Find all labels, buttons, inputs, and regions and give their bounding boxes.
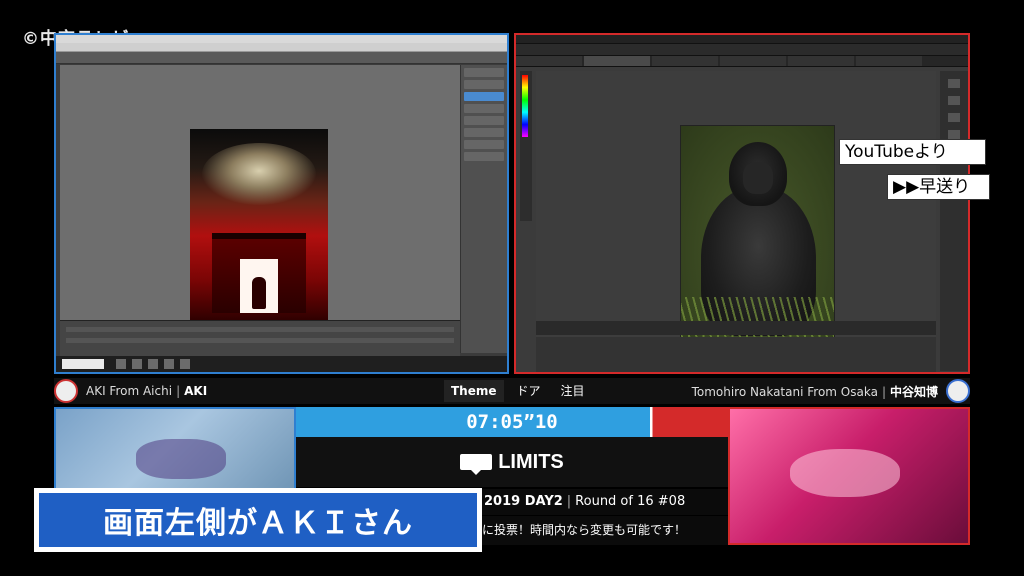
document-tab[interactable] xyxy=(584,56,650,66)
left-player-name: AKI xyxy=(184,384,208,398)
layer-panel[interactable] xyxy=(460,65,507,353)
layer-row[interactable] xyxy=(464,128,504,137)
hand-silhouette xyxy=(136,439,226,479)
timeline-track xyxy=(66,338,454,343)
timeline-panel[interactable] xyxy=(536,337,936,372)
layer-row[interactable] xyxy=(464,80,504,89)
speech-bubble-icon xyxy=(460,454,493,475)
color-picker[interactable] xyxy=(522,75,528,137)
left-player-label: AKI From Aichi | AKI xyxy=(86,384,207,398)
document-tab[interactable] xyxy=(720,56,786,66)
panel-dock[interactable] xyxy=(940,71,968,371)
artwork-figure xyxy=(252,277,266,309)
broadcast-frame: ©中京テレビ xyxy=(0,0,1024,576)
right-player-name: 中谷知博 xyxy=(889,384,938,399)
status-bar xyxy=(536,321,936,335)
app-toolbar[interactable] xyxy=(56,52,507,64)
player-info-bar: AKI From Aichi | AKI Theme ドア 注目 Tomohiro … xyxy=(54,378,970,404)
right-player-from: Tomohiro Nakatani From Osaka xyxy=(691,384,878,399)
app-titlebar xyxy=(516,35,968,44)
app-options-bar[interactable] xyxy=(516,44,968,56)
layer-row[interactable] xyxy=(464,116,504,125)
right-player-label: Tomohiro Nakatani From Osaka | 中谷知博 xyxy=(692,383,938,400)
artwork-image xyxy=(190,129,328,323)
layer-row[interactable] xyxy=(464,104,504,113)
hand-silhouette xyxy=(790,449,900,497)
separator: | xyxy=(566,494,572,509)
theme-word: LIMITS xyxy=(498,450,564,473)
layer-row[interactable] xyxy=(464,140,504,149)
round-info: Round of 16 #08 xyxy=(575,494,686,509)
layer-row[interactable] xyxy=(464,68,504,77)
drawing-canvas[interactable] xyxy=(60,65,460,355)
left-player-info: AKI From Aichi | AKI xyxy=(54,379,207,403)
panel-icon[interactable] xyxy=(948,130,960,139)
photo-subject-face xyxy=(743,162,773,194)
taskbar-app-icon[interactable] xyxy=(164,359,174,369)
right-hand-camera xyxy=(728,407,970,545)
layer-row[interactable] xyxy=(464,152,504,161)
panel-icon[interactable] xyxy=(948,113,960,122)
avatar xyxy=(946,379,970,403)
source-caption: YouTubeより xyxy=(839,139,986,165)
taskbar-app-icon[interactable] xyxy=(180,359,190,369)
theme-item: Theme xyxy=(444,380,504,402)
theme-item: 注目 xyxy=(560,384,585,398)
editing-canvas[interactable] xyxy=(536,71,936,351)
left-player-screen xyxy=(54,33,509,374)
theme-panel: LIMITS xyxy=(296,437,728,487)
app-menubar[interactable] xyxy=(56,43,507,52)
avatar xyxy=(54,379,78,403)
subtitle-text: 画面左側がＡＫＩさん xyxy=(103,506,413,541)
reference-photo xyxy=(680,125,835,338)
separator: | xyxy=(881,384,886,399)
subtitle-inner: 画面左側がＡＫＩさん xyxy=(37,491,479,549)
document-tab[interactable] xyxy=(788,56,854,66)
layer-row[interactable] xyxy=(464,92,504,101)
panel-icon[interactable] xyxy=(948,96,960,105)
fast-forward-caption: ▶▶早送り xyxy=(887,174,990,200)
document-tabs[interactable] xyxy=(516,56,968,67)
timeline-track xyxy=(66,327,454,332)
os-taskbar xyxy=(56,356,507,372)
countdown-timer: 07:05”10 xyxy=(466,411,558,433)
left-player-from: AKI From Aichi xyxy=(86,384,173,398)
theme-item: ドア xyxy=(516,384,541,398)
artwork-smoke xyxy=(202,143,316,205)
event-day: 2019 DAY2 xyxy=(484,494,563,509)
document-tab[interactable] xyxy=(516,56,582,66)
document-tab[interactable] xyxy=(856,56,922,66)
right-player-info: Tomohiro Nakatani From Osaka | 中谷知博 xyxy=(692,379,970,403)
subtitle-box: 画面左側がＡＫＩさん xyxy=(34,488,482,552)
document-tab[interactable] xyxy=(652,56,718,66)
app-titlebar xyxy=(56,35,507,43)
theme-list: Theme ドア 注目 xyxy=(444,380,592,402)
search-box[interactable] xyxy=(62,359,104,369)
taskbar-app-icon[interactable] xyxy=(132,359,142,369)
taskbar-app-icon[interactable] xyxy=(116,359,126,369)
panel-icon[interactable] xyxy=(948,79,960,88)
taskbar-app-icon[interactable] xyxy=(148,359,158,369)
right-player-screen xyxy=(514,33,970,374)
timeline-panel[interactable] xyxy=(60,320,460,356)
separator: | xyxy=(176,384,181,398)
